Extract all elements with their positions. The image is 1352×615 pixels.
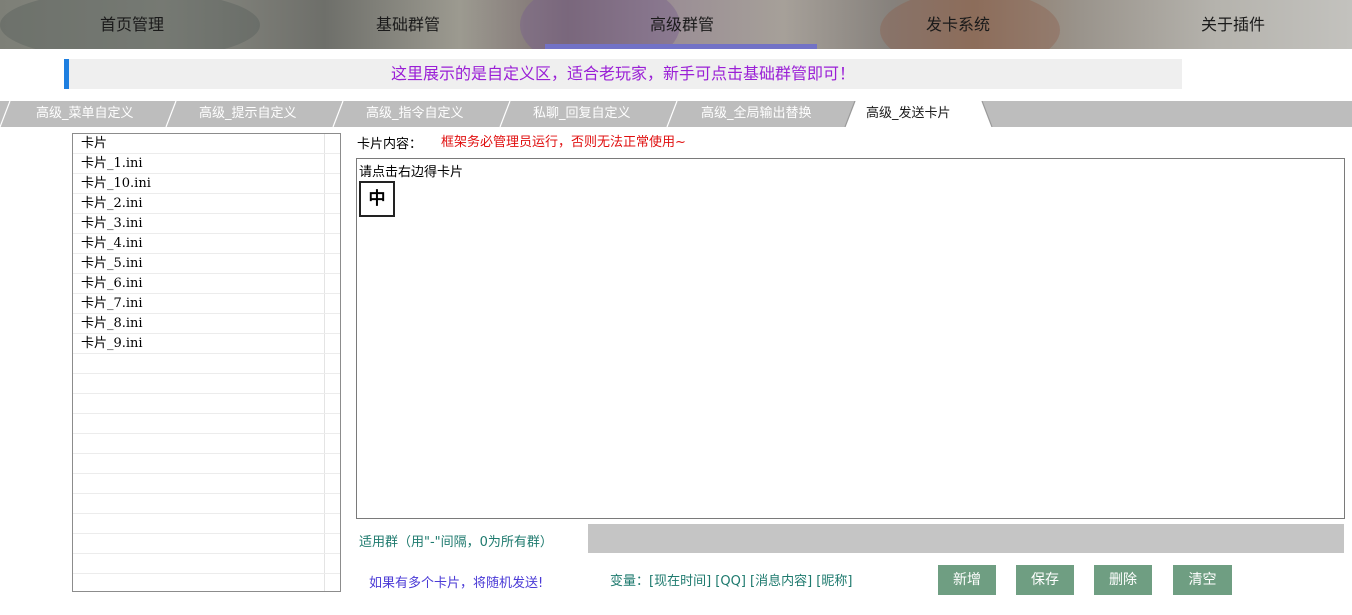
card-list-empty-row	[73, 454, 340, 474]
random-send-note: 如果有多个卡片，将随机发送!	[369, 576, 544, 591]
card-list-item[interactable]: 卡片_5.ini	[73, 254, 340, 274]
card-list-empty-row	[73, 414, 340, 434]
card-list-item[interactable]: 卡片_8.ini	[73, 314, 340, 334]
card-list-item[interactable]: 卡片_3.ini	[73, 214, 340, 234]
card-content-editor[interactable]: 请点击右边得卡片 中	[356, 158, 1345, 519]
variables-text: 变量：[现在时间] [QQ] [消息内容] [昵称]	[610, 574, 853, 589]
card-list-empty-row	[73, 434, 340, 454]
card-list-empty-row	[73, 474, 340, 494]
save-button[interactable]: 保存	[1016, 565, 1074, 595]
card-list-empty-row	[73, 394, 340, 414]
add-button[interactable]: 新增	[938, 565, 996, 595]
card-list-empty-row	[73, 374, 340, 394]
card-list-empty-row	[73, 354, 340, 374]
card-list-item[interactable]: 卡片_10.ini	[73, 174, 340, 194]
clear-button[interactable]: 清空	[1173, 565, 1232, 595]
tab-tip-custom[interactable]: 高级_提示自定义	[199, 101, 297, 127]
applicable-group-input[interactable]	[588, 524, 1344, 553]
card-list-empty-row	[73, 514, 340, 534]
card-list-empty-row	[73, 554, 340, 574]
card-list-item[interactable]: 卡片_1.ini	[73, 154, 340, 174]
applicable-group-label: 适用群（用"-"间隔，0为所有群）	[359, 535, 553, 550]
card-content-label: 卡片内容：	[357, 137, 423, 152]
tab-global-output-replace[interactable]: 高级_全局输出替换	[701, 101, 812, 127]
top-nav: 首页管理 基础群管 高级群管 发卡系统 关于插件	[0, 0, 1352, 49]
admin-warning-text: 框架务必管理员运行，否则无法正常使用~	[441, 135, 686, 150]
tab-strip: 高级_菜单自定义 高级_提示自定义 高级_指令自定义 私聊_回复自定义 高级_全…	[0, 101, 1352, 127]
tab-send-card[interactable]: 高级_发送卡片	[866, 101, 951, 127]
editor-hint-text: 请点击右边得卡片	[359, 165, 464, 180]
nav-item-about-plugin[interactable]: 关于插件	[1163, 0, 1303, 49]
notice-bar: 这里展示的是自定义区，适合老玩家，新手可点击基础群管即可！	[64, 59, 1182, 89]
card-list-item[interactable]: 卡片_6.ini	[73, 274, 340, 294]
nav-item-basic-group[interactable]: 基础群管	[338, 0, 478, 49]
nav-item-advanced-group[interactable]: 高级群管	[612, 0, 752, 49]
nav-item-home[interactable]: 首页管理	[62, 0, 202, 49]
input-method-indicator[interactable]: 中	[359, 181, 395, 217]
tab-private-reply-custom[interactable]: 私聊_回复自定义	[533, 101, 631, 127]
card-list-empty-row	[73, 574, 340, 591]
card-list-item[interactable]: 卡片_2.ini	[73, 194, 340, 214]
delete-button[interactable]: 删除	[1094, 565, 1152, 595]
card-list-item[interactable]: 卡片_7.ini	[73, 294, 340, 314]
notice-text: 这里展示的是自定义区，适合老玩家，新手可点击基础群管即可！	[390, 64, 855, 83]
card-list-empty-row	[73, 494, 340, 514]
card-list[interactable]: 卡片 卡片_1.ini 卡片_10.ini 卡片_2.ini 卡片_3.ini …	[72, 133, 341, 592]
tab-command-custom[interactable]: 高级_指令自定义	[366, 101, 464, 127]
nav-active-indicator	[545, 44, 817, 49]
card-list-header[interactable]: 卡片	[73, 134, 340, 154]
card-list-empty-row	[73, 534, 340, 554]
card-list-item[interactable]: 卡片_9.ini	[73, 334, 340, 354]
nav-item-card-system[interactable]: 发卡系统	[888, 0, 1028, 49]
card-list-item[interactable]: 卡片_4.ini	[73, 234, 340, 254]
tab-menu-custom[interactable]: 高级_菜单自定义	[36, 101, 134, 127]
